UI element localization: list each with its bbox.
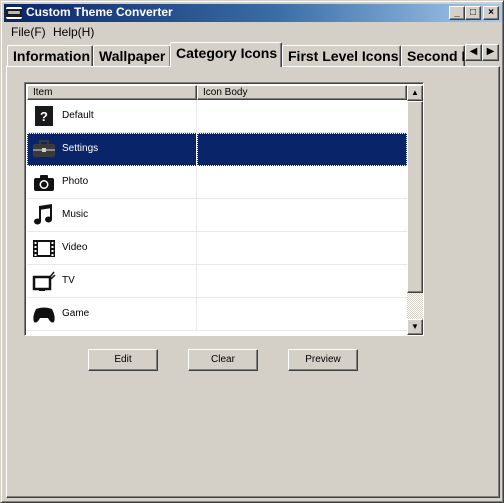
scroll-up-icon[interactable]: ▲ (407, 85, 423, 101)
icon-body-cell (197, 166, 407, 199)
list-row-music[interactable]: Music (27, 199, 407, 232)
icon-body-cell (197, 265, 407, 298)
item-cell: Game (27, 298, 197, 331)
item-label: TV (62, 275, 75, 286)
list-row-game[interactable]: Game (27, 298, 407, 331)
list-header: Item Icon Body (27, 85, 407, 100)
icon-body-cell (197, 133, 407, 166)
window-title: Custom Theme Converter (26, 5, 173, 19)
menu-help[interactable]: Help(H) (50, 25, 97, 39)
item-label: Photo (62, 176, 89, 187)
close-button[interactable]: × (483, 6, 499, 20)
item-label: Game (62, 308, 90, 319)
clear-button[interactable]: Clear (188, 349, 258, 371)
gamepad-icon (32, 303, 56, 325)
column-header-item[interactable]: Item (27, 85, 197, 100)
tab-scroll-right-icon[interactable]: ▶ (482, 44, 499, 61)
music-note-icon (32, 204, 56, 226)
menu-bar: File(F) Help(H) (4, 23, 502, 41)
item-label: Music (62, 209, 89, 220)
app-icon (6, 7, 22, 19)
tab-second-level-icons[interactable]: Second L (401, 45, 465, 67)
item-cell: Music (27, 199, 197, 232)
icon-body-cell (197, 298, 407, 331)
item-label: Settings (62, 143, 99, 154)
list-row-tv[interactable]: TV (27, 265, 407, 298)
list-row-photo[interactable]: Photo (27, 166, 407, 199)
scroll-down-icon[interactable]: ▼ (407, 319, 423, 335)
list-row-settings[interactable]: Settings (27, 133, 407, 166)
tab-scroll-left-icon[interactable]: ◀ (465, 44, 482, 61)
icon-body-cell (197, 199, 407, 232)
item-cell: Photo (27, 166, 197, 199)
list-row-video[interactable]: Video (27, 232, 407, 265)
film-icon (32, 237, 56, 259)
item-cell: ? Default (27, 100, 197, 133)
tv-icon (32, 270, 56, 292)
svg-text:?: ? (40, 109, 48, 124)
tab-first-level-icons[interactable]: First Level Icons (282, 45, 401, 67)
menu-file[interactable]: File(F) (8, 25, 49, 39)
minimize-button[interactable]: _ (449, 6, 465, 20)
question-icon: ? (32, 105, 56, 127)
item-label: Default (62, 110, 94, 121)
list-scrollbar[interactable]: ▲ ▼ (407, 85, 423, 335)
title-bar[interactable]: Custom Theme Converter _ □ × (4, 4, 502, 22)
tab-strip: Information Wallpaper Category Icons Fir… (4, 41, 502, 67)
tab-category-icons[interactable]: Category Icons (170, 42, 282, 67)
item-cell: TV (27, 265, 197, 298)
list-row-default[interactable]: ? Default (27, 100, 407, 133)
app-window: Custom Theme Converter _ □ × File(F) Hel… (0, 0, 504, 503)
category-icon-list[interactable]: Item Icon Body ? Default Settings Photo … (24, 82, 424, 336)
item-cell: Settings (27, 133, 197, 166)
scroll-thumb[interactable] (407, 101, 423, 293)
item-label: Video (62, 242, 88, 253)
edit-button[interactable]: Edit (88, 349, 158, 371)
icon-body-cell (197, 232, 407, 265)
tab-information[interactable]: Information (7, 45, 93, 67)
preview-button[interactable]: Preview (288, 349, 358, 371)
list-body: ? Default Settings Photo Music Video TV … (27, 100, 407, 335)
item-cell: Video (27, 232, 197, 265)
column-header-icon-body[interactable]: Icon Body (197, 85, 407, 100)
toolbox-icon (32, 138, 56, 160)
maximize-button[interactable]: □ (465, 6, 481, 20)
tab-wallpaper[interactable]: Wallpaper (93, 45, 171, 67)
camera-icon (32, 171, 56, 193)
icon-body-cell (197, 100, 407, 133)
